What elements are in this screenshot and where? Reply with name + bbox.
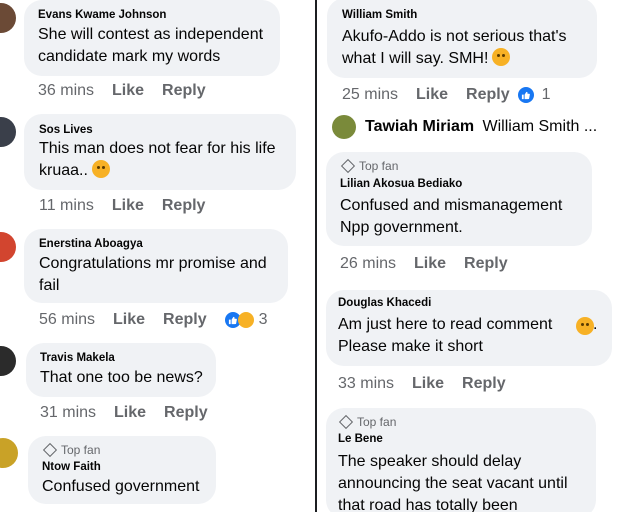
reply-button[interactable]: Reply	[164, 404, 208, 422]
commenter-name[interactable]: Ntow Faith	[42, 461, 101, 473]
laughing-emoji-icon	[91, 160, 110, 178]
like-button[interactable]: Like	[416, 86, 448, 104]
comment-meta: 56 mins Like Reply 3	[39, 311, 268, 329]
reaction-count: 3	[258, 311, 268, 328]
comment-time: 31 mins	[40, 404, 97, 421]
like-button[interactable]: Like	[414, 255, 446, 273]
comment-text: She will contest as independent candidat…	[38, 26, 264, 65]
comment-text: Confused and mismanagement Npp governmen…	[340, 197, 563, 236]
like-button[interactable]: Like	[114, 404, 146, 422]
commenter-name[interactable]: William Smith	[342, 9, 417, 21]
commenter-name[interactable]: Travis Makela	[40, 352, 115, 364]
comment-text: Congratulations mr promise and fail	[39, 255, 267, 294]
comment-text-period: .	[593, 316, 598, 333]
diamond-icon	[340, 158, 356, 174]
avatar[interactable]	[0, 117, 16, 147]
like-button[interactable]: Like	[112, 197, 144, 215]
like-button[interactable]: Like	[412, 375, 444, 393]
avatar[interactable]	[0, 3, 16, 33]
commenter-name[interactable]: Evans Kwame Johnson	[38, 9, 166, 21]
comment-text: Akufo-Addo is not serious that's what I …	[342, 28, 567, 67]
comment-meta: 25 mins Like Reply 1	[342, 86, 551, 104]
right-comments-column: William Smith Akufo-Addo is not serious …	[320, 0, 619, 512]
grinning-emoji-icon	[576, 317, 594, 335]
commenter-name[interactable]: Lilian Akosua Bediako	[340, 178, 462, 190]
commenter-name[interactable]: Douglas Khacedi	[338, 297, 431, 309]
like-button[interactable]: Like	[112, 82, 144, 100]
commenter-name[interactable]: Le Bene	[338, 433, 383, 445]
reply-button[interactable]: Reply	[162, 197, 206, 215]
left-comments-column: Evans Kwame Johnson She will contest as …	[0, 0, 312, 512]
comment-time: 11 mins	[39, 197, 94, 214]
comment-text: That one too be news?	[40, 369, 203, 386]
like-reaction-icon	[517, 87, 534, 103]
reaction-summary[interactable]: 3	[224, 311, 268, 329]
reaction-count: 1	[541, 86, 551, 103]
comment-time: 25 mins	[342, 86, 399, 103]
comment-text: The speaker should delay announcing the …	[338, 453, 568, 512]
reply-button[interactable]: Reply	[163, 311, 207, 329]
comment-time: 26 mins	[340, 255, 397, 272]
comment-meta: 36 mins Like Reply	[38, 82, 224, 100]
diamond-icon	[338, 414, 354, 430]
comment-text: Confused government	[42, 478, 200, 495]
avatar[interactable]	[0, 346, 16, 376]
avatar[interactable]	[0, 438, 18, 468]
comment-meta: 31 mins Like Reply	[40, 404, 226, 422]
comment-meta: 26 mins Like Reply	[340, 255, 526, 273]
avatar[interactable]	[332, 115, 356, 139]
reply-preview-text: William Smith ...	[482, 118, 598, 135]
like-button[interactable]: Like	[113, 311, 145, 329]
comment-text: Am just here to read comment Please make…	[338, 316, 553, 355]
reply-button[interactable]: Reply	[466, 86, 510, 104]
comment-time: 33 mins	[338, 375, 395, 392]
reply-button[interactable]: Reply	[464, 255, 508, 273]
diamond-icon	[42, 442, 58, 458]
commenter-name[interactable]: Sos Lives	[39, 124, 93, 136]
comment-time: 36 mins	[38, 82, 95, 99]
top-fan-badge: Top fan	[42, 442, 100, 458]
top-fan-badge: Top fan	[338, 414, 396, 430]
avatar[interactable]	[0, 232, 16, 262]
reply-author: Tawiah Miriam	[365, 118, 475, 135]
comment-time: 56 mins	[39, 311, 96, 328]
column-divider	[315, 0, 317, 512]
comment-meta: 11 mins Like Reply	[39, 197, 223, 215]
reply-preview[interactable]: Tawiah Miriam William Smith ...	[365, 118, 597, 136]
commenter-name[interactable]: Enerstina Aboagya	[39, 238, 143, 250]
top-fan-badge: Top fan	[340, 158, 398, 174]
comment-meta: 33 mins Like Reply	[338, 375, 524, 393]
reply-button[interactable]: Reply	[462, 375, 506, 393]
haha-reaction-icon	[237, 312, 254, 328]
reply-button[interactable]: Reply	[162, 82, 206, 100]
sad-emoji-icon	[492, 48, 511, 66]
comment-text: This man does not fear for his life krua…	[39, 140, 276, 179]
reaction-summary[interactable]: 1	[517, 86, 551, 104]
